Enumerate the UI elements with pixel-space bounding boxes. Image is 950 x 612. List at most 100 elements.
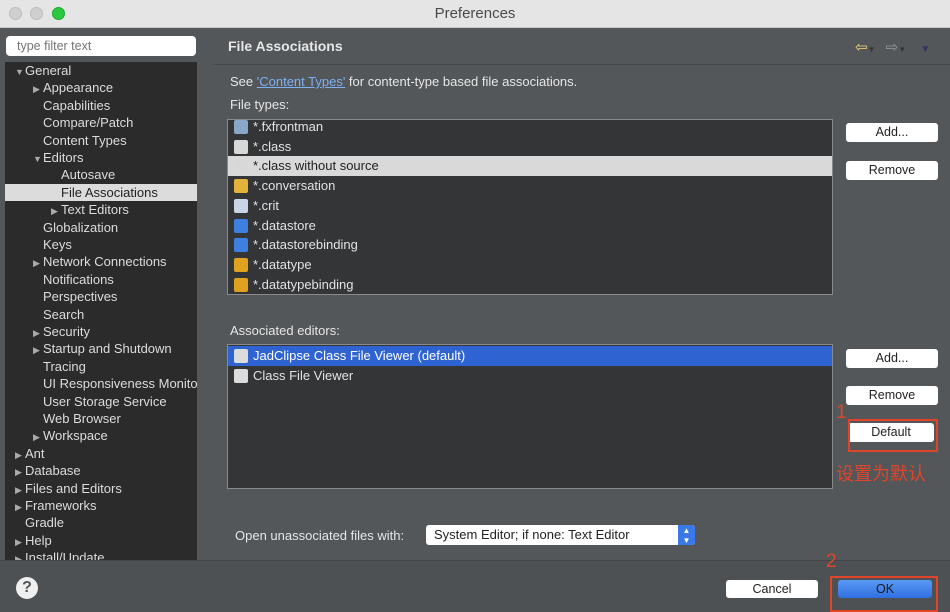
conversation-icon xyxy=(234,179,248,194)
tree-item-label: Install/Update xyxy=(25,550,105,560)
preferences-tree[interactable]: ▼General ▶ Appearance Capabilities Compare/P… xyxy=(5,62,197,560)
file-type-row[interactable]: *.class without source xyxy=(228,156,832,177)
open-with-value: System Editor; if none: Text Editor xyxy=(434,527,630,542)
remove-editor-button[interactable]: Remove xyxy=(846,386,938,405)
tree-item[interactable]: ▶ Ant xyxy=(5,445,197,462)
tree-item-label: General xyxy=(25,63,72,78)
tree-item[interactable]: ▶ Database xyxy=(5,462,197,479)
tree-item[interactable]: User Storage Service xyxy=(5,393,197,410)
annotation-step-1: 1 xyxy=(836,402,847,423)
back-arrow-icon[interactable]: ⇦ xyxy=(855,39,868,56)
file-type-label: *.datastorebinding xyxy=(253,237,358,253)
tree-item[interactable]: ▼Editors xyxy=(5,149,197,166)
file-type-label: *.datastore xyxy=(253,217,316,233)
tree-item[interactable]: ▶ Startup and Shutdown xyxy=(5,340,197,357)
datastore-icon xyxy=(234,238,248,253)
cancel-button[interactable]: Cancel xyxy=(726,580,818,598)
file-type-row[interactable]: *.fxfrontman xyxy=(228,119,832,137)
filter-input[interactable] xyxy=(6,36,196,56)
tree-item[interactable]: ▶ Help xyxy=(5,532,197,549)
collapsed-triangle-icon[interactable]: ▶ xyxy=(15,551,25,560)
header-divider xyxy=(213,64,950,65)
associated-editors-list[interactable]: JadClipse Class File Viewer (default) Cla… xyxy=(227,344,833,489)
tree-item-label: File Associations xyxy=(61,184,158,200)
tree-item[interactable]: File Associations xyxy=(5,183,197,202)
file-type-label: *.crit xyxy=(253,197,279,213)
tree-item[interactable]: Compare/Patch xyxy=(5,114,197,131)
tree-item[interactable]: ▶ Text Editors xyxy=(5,201,197,218)
add-file-type-button[interactable]: Add... xyxy=(846,123,938,142)
file-type-row[interactable]: *.crit xyxy=(228,196,832,216)
tree-item-label: Notifications xyxy=(43,271,114,287)
tree-item[interactable]: Gradle xyxy=(5,514,197,531)
editor-row[interactable]: JadClipse Class File Viewer (default) xyxy=(228,346,832,366)
content-types-link[interactable]: 'Content Types' xyxy=(257,74,346,89)
file-type-row[interactable]: *.datatype xyxy=(228,255,832,275)
tree-item[interactable]: ▶ Files and Editors xyxy=(5,480,197,497)
file-type-label: *.fxfrontman xyxy=(253,119,324,134)
annotation-box-default xyxy=(848,419,938,452)
file-type-row[interactable]: *.conversation xyxy=(228,176,832,196)
tree-item-label: Tracing xyxy=(43,358,86,374)
tree-item-label: Network Connections xyxy=(43,254,167,270)
globe-icon xyxy=(234,120,248,134)
tree-item-label: Globalization xyxy=(43,219,119,235)
tree-item[interactable]: ▶ Appearance xyxy=(5,79,197,96)
tree-item[interactable]: Capabilities xyxy=(5,97,197,114)
minimize-window-button[interactable] xyxy=(30,7,43,20)
tree-item-label: Web Browser xyxy=(43,411,121,426)
annotation-set-default-text: 设置为默认 xyxy=(836,464,926,484)
open-with-select[interactable]: System Editor; if none: Text Editor ▲ ▼ xyxy=(426,525,695,545)
tree-item-label: Editors xyxy=(43,150,84,165)
tree-item[interactable]: ▶ Network Connections xyxy=(5,253,197,270)
tree-item-label: Text Editors xyxy=(61,202,129,218)
annotation-box-ok xyxy=(830,576,938,612)
tree-item[interactable]: Autosave xyxy=(5,166,197,183)
tree-item[interactable]: Web Browser xyxy=(5,410,197,427)
tree-item-label: Perspectives xyxy=(43,289,118,305)
tree-item-label: Content Types xyxy=(43,132,127,148)
class-file-icon xyxy=(234,139,248,154)
file-type-label: *.conversation xyxy=(253,178,336,194)
tree-item[interactable]: Content Types xyxy=(5,132,197,149)
tree-item[interactable]: ▶ Install/Update xyxy=(5,549,197,560)
file-types-list[interactable]: *.fxfrontman *.class *.class without sourc… xyxy=(227,119,833,295)
file-type-row[interactable]: *.datastore xyxy=(228,216,832,236)
tree-item[interactable]: Notifications xyxy=(5,271,197,288)
content-types-hint: See 'Content Types' for content-type bas… xyxy=(230,74,578,89)
tree-item[interactable]: ▼General xyxy=(5,62,197,79)
tree-item-label: User Storage Service xyxy=(43,393,167,409)
tree-item[interactable]: ▶ Frameworks xyxy=(5,497,197,514)
zoom-window-button[interactable] xyxy=(52,7,65,20)
file-type-row[interactable]: *.class xyxy=(228,137,832,157)
page-title: File Associations xyxy=(228,38,343,54)
forward-arrow-icon[interactable]: ⇨ xyxy=(886,39,899,56)
tree-item[interactable]: Keys xyxy=(5,236,197,253)
view-menu-icon[interactable]: ▼ xyxy=(920,44,930,55)
tree-item[interactable]: Tracing xyxy=(5,358,197,375)
file-type-row[interactable]: *.datatypebinding xyxy=(228,275,832,294)
tree-item[interactable]: Globalization xyxy=(5,219,197,236)
tree-item-label: Startup and Shutdown xyxy=(43,341,172,357)
tree-item[interactable]: Perspectives xyxy=(5,288,197,305)
file-type-row[interactable]: *.datastorebinding xyxy=(228,235,832,255)
datastore-icon xyxy=(234,218,248,233)
tree-item-label: Search xyxy=(43,306,85,322)
tree-item[interactable]: ▶ Security xyxy=(5,323,197,340)
tree-item-label: Capabilities xyxy=(43,97,111,113)
editor-row[interactable]: Class File Viewer xyxy=(228,366,832,386)
help-icon[interactable]: ? xyxy=(16,577,38,599)
add-editor-button[interactable]: Add... xyxy=(846,349,938,368)
tree-item-label: Security xyxy=(43,324,90,339)
remove-file-type-button[interactable]: Remove xyxy=(846,161,938,180)
file-type-row[interactable]: *.ddl xyxy=(228,294,832,295)
nav-toolbar: ⇦▼ ⇨▼ ▼ xyxy=(855,39,931,56)
tree-item[interactable]: Search xyxy=(5,306,197,323)
tree-item-label: Database xyxy=(25,463,81,479)
datatype-icon xyxy=(234,257,248,272)
close-window-button[interactable] xyxy=(9,7,22,20)
annotation-step-2: 2 xyxy=(826,551,837,572)
tree-item-label: Appearance xyxy=(43,80,114,96)
tree-item[interactable]: UI Responsiveness Monitoring xyxy=(5,375,197,392)
tree-item[interactable]: ▶ Workspace xyxy=(5,427,197,444)
